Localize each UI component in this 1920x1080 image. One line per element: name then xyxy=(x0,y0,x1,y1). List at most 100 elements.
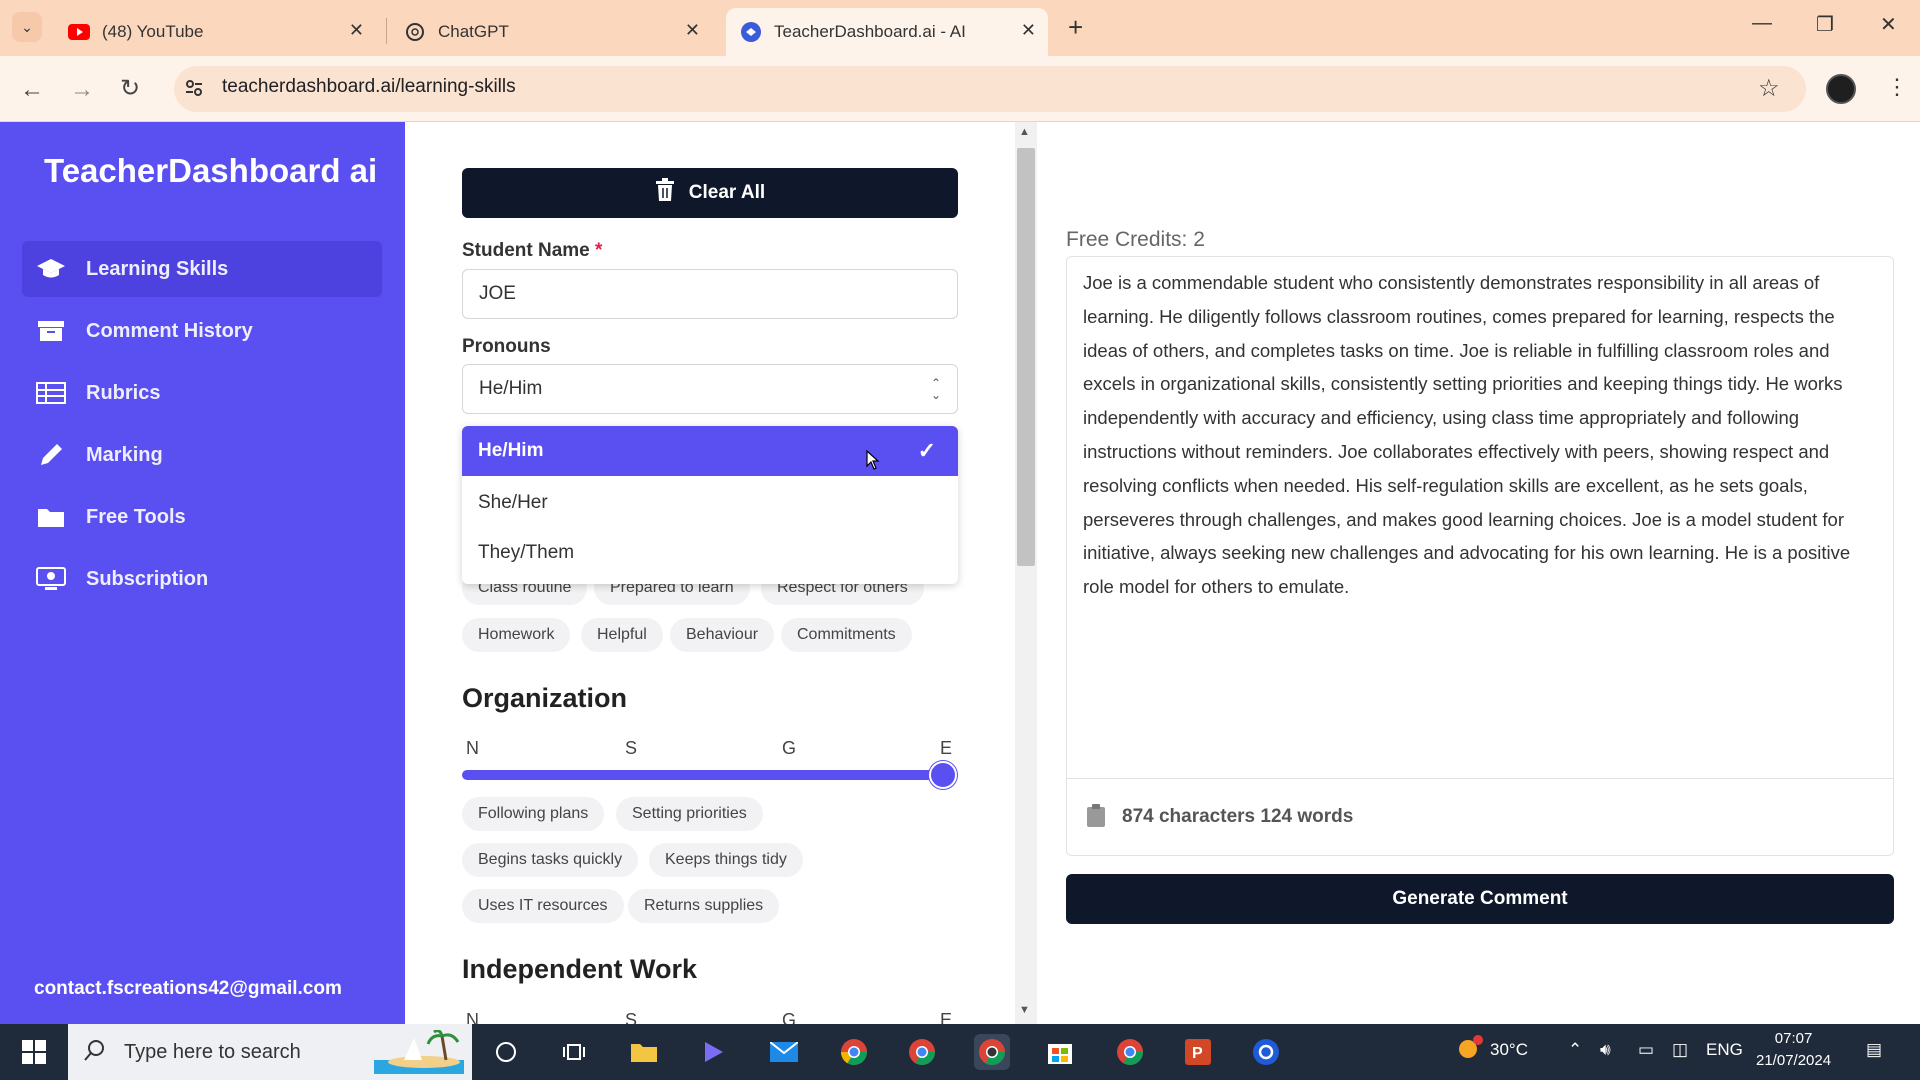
generate-comment-button[interactable]: Generate Comment xyxy=(1066,874,1894,924)
back-icon[interactable]: ← xyxy=(20,76,44,104)
tab-youtube[interactable]: (48) YouTube ✕ xyxy=(54,8,376,56)
steam-like-app-icon[interactable] xyxy=(1248,1034,1284,1070)
battery-icon[interactable]: ▭ xyxy=(1638,1040,1654,1060)
tab-teacherdashboard[interactable]: TeacherDashboard.ai - AI ✕ xyxy=(726,8,1048,56)
chip-behaviour[interactable]: Behaviour xyxy=(670,618,775,652)
url-text[interactable]: teacherdashboard.ai/learning-skills xyxy=(222,76,516,98)
scrollbar-thumb[interactable] xyxy=(1017,148,1035,566)
option-he-him[interactable]: He/Him ✓ xyxy=(462,426,958,476)
chrome-icon[interactable] xyxy=(836,1034,872,1070)
volume-icon[interactable]: 🔊︎ xyxy=(1600,1040,1611,1060)
tab-title: TeacherDashboard.ai - AI xyxy=(774,22,966,41)
sidebar-item-label: Marking xyxy=(86,443,163,466)
trash-icon xyxy=(655,178,675,208)
checkmark-icon: ✓ xyxy=(917,438,936,463)
option-label: She/Her xyxy=(478,492,548,513)
task-view-icon[interactable] xyxy=(556,1034,592,1070)
mail-icon[interactable] xyxy=(766,1034,802,1070)
forward-icon[interactable]: → xyxy=(70,76,94,104)
tab-search-button[interactable]: ⌄ xyxy=(12,12,42,42)
clear-all-label: Clear All xyxy=(688,182,766,203)
table-icon xyxy=(36,380,66,406)
scale-label-e: E xyxy=(940,738,953,758)
monitor-icon xyxy=(36,566,66,592)
pronouns-dropdown: He/Him ✓ She/Her They/Them xyxy=(462,426,958,584)
student-name-input[interactable]: JOE xyxy=(462,269,958,319)
pronouns-select[interactable]: He/Him ⌃ ⌄ xyxy=(462,364,958,414)
chrome-icon[interactable] xyxy=(904,1034,940,1070)
sidebar-item-marking[interactable]: Marking xyxy=(22,427,382,483)
chip-helpful[interactable]: Helpful xyxy=(581,618,663,652)
microsoft-store-icon[interactable] xyxy=(1042,1034,1078,1070)
file-explorer-icon[interactable] xyxy=(626,1034,662,1070)
chatgpt-icon xyxy=(404,21,426,43)
close-window-icon[interactable]: ✕ xyxy=(1880,12,1897,37)
tab-title: ChatGPT xyxy=(438,22,509,41)
chip-keeps-things-tidy[interactable]: Keeps things tidy xyxy=(649,843,803,877)
restore-icon[interactable]: ❐ xyxy=(1816,12,1834,37)
language-indicator[interactable]: ENG xyxy=(1706,1040,1743,1060)
generated-comment[interactable]: Joe is a commendable student who consist… xyxy=(1083,266,1883,604)
chrome-icon[interactable] xyxy=(974,1034,1010,1070)
sidebar-item-learning-skills[interactable]: Learning Skills xyxy=(22,241,382,297)
required-mark: * xyxy=(595,240,603,261)
bookmark-star-icon[interactable]: ☆ xyxy=(1758,74,1780,103)
archive-icon xyxy=(36,318,66,344)
brand-logo[interactable]: TeacherDashboard ai xyxy=(44,152,377,190)
clipboard-icon[interactable] xyxy=(1086,804,1106,833)
scale-label-g: G xyxy=(782,738,797,758)
chip-returns-supplies[interactable]: Returns supplies xyxy=(628,889,780,923)
option-she-her[interactable]: She/Her xyxy=(462,478,958,528)
site-settings-icon[interactable] xyxy=(184,78,204,103)
chip-homework[interactable]: Homework xyxy=(462,618,571,652)
weather-icon[interactable] xyxy=(1454,1034,1484,1067)
chip-following-plans[interactable]: Following plans xyxy=(462,797,605,831)
graduation-cap-icon xyxy=(36,256,66,282)
temperature[interactable]: 30°C xyxy=(1490,1040,1528,1060)
new-tab-button[interactable]: + xyxy=(1068,12,1083,43)
chip-begins-tasks-quickly[interactable]: Begins tasks quickly xyxy=(462,843,639,877)
scroll-down-icon[interactable]: ▼ xyxy=(1019,1004,1030,1016)
app-launcher-icon[interactable] xyxy=(696,1034,732,1070)
chrome-icon[interactable] xyxy=(1112,1034,1148,1070)
sidebar-item-comment-history[interactable]: Comment History xyxy=(22,303,382,359)
notifications-icon[interactable]: ▤ xyxy=(1866,1040,1882,1060)
cortana-icon[interactable] xyxy=(488,1034,524,1070)
profile-avatar[interactable] xyxy=(1826,74,1856,104)
network-icon[interactable]: ◫ xyxy=(1672,1040,1688,1060)
system-clock[interactable]: 07:07 21/07/2024 xyxy=(1756,1028,1831,1072)
tab-chatgpt[interactable]: ChatGPT ✕ xyxy=(390,8,712,56)
student-name-label-text: Student Name xyxy=(462,240,590,261)
close-tab-icon[interactable]: ✕ xyxy=(349,20,364,41)
character-word-count: 874 characters 124 words xyxy=(1122,806,1354,827)
chip-setting-priorities[interactable]: Setting priorities xyxy=(616,797,763,831)
option-they-them[interactable]: They/Them xyxy=(462,528,958,578)
pronouns-selected-value: He/Him xyxy=(479,378,543,399)
chip-uses-it-resources[interactable]: Uses IT resources xyxy=(462,889,624,923)
sidebar-item-label: Comment History xyxy=(86,319,253,342)
scroll-up-icon[interactable]: ▲ xyxy=(1019,126,1030,138)
free-credits: Free Credits: 2 xyxy=(1066,228,1205,251)
close-tab-icon[interactable]: ✕ xyxy=(1021,20,1036,41)
sidebar-item-label: Subscription xyxy=(86,567,209,590)
reload-icon[interactable]: ↻ xyxy=(120,74,140,103)
sidebar-item-subscription[interactable]: Subscription xyxy=(22,551,382,607)
sidebar-item-free-tools[interactable]: Free Tools xyxy=(22,489,382,545)
chip-commitments[interactable]: Commitments xyxy=(781,618,912,652)
show-hidden-icons-icon[interactable]: ⌃ xyxy=(1568,1040,1582,1060)
taskbar-search-placeholder: Type here to search xyxy=(124,1041,301,1063)
sidebar-item-rubrics[interactable]: Rubrics xyxy=(22,365,382,421)
windows-start-icon[interactable] xyxy=(22,1040,46,1069)
powerpoint-icon[interactable]: P xyxy=(1180,1034,1216,1070)
minimize-icon[interactable]: — xyxy=(1752,12,1772,35)
clear-all-button[interactable]: Clear All xyxy=(462,168,958,218)
browser-menu-icon[interactable]: ⋮ xyxy=(1886,74,1908,100)
option-label: He/Him xyxy=(478,440,544,461)
tab-separator xyxy=(386,18,387,44)
organization-slider-track[interactable] xyxy=(462,770,944,780)
contact-email[interactable]: contact.fscreations42@gmail.com xyxy=(34,978,342,1000)
close-tab-icon[interactable]: ✕ xyxy=(685,20,700,41)
tab-title: (48) YouTube xyxy=(102,22,204,41)
folder-icon xyxy=(36,504,66,530)
organization-slider-handle[interactable] xyxy=(929,761,957,789)
